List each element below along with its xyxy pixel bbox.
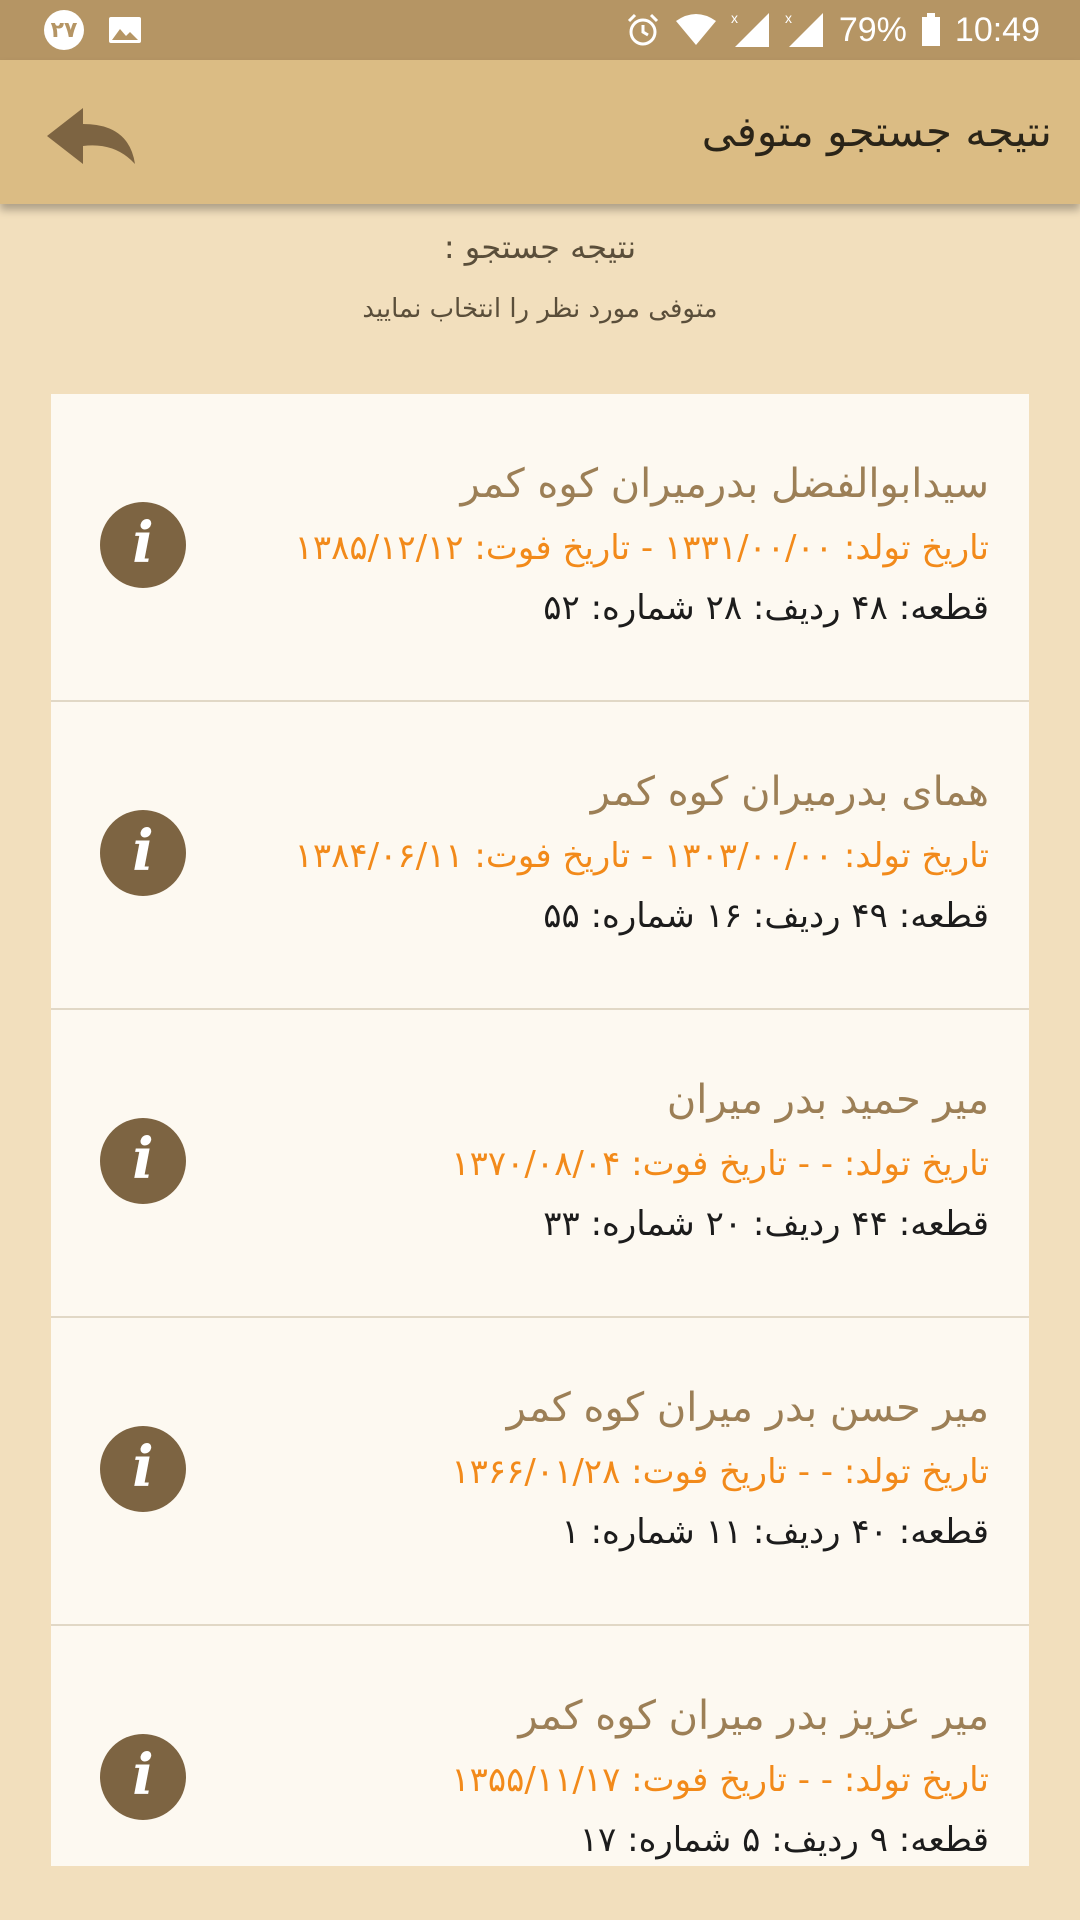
deceased-name: میر حمید بدر میران	[666, 1077, 989, 1123]
deceased-dates: تاریخ تولد: - - تاریخ فوت: ۱۳۷۰/۰۸/۰۴	[451, 1144, 989, 1184]
grave-location: قطعه: ۴۹ ردیف: ۱۶ شماره: ۵۵	[543, 896, 989, 936]
info-icon: i	[132, 1126, 154, 1192]
clock-time: 10:49	[954, 10, 1040, 49]
grave-location: قطعه: ۴۸ ردیف: ۲۸ شماره: ۵۲	[543, 588, 989, 628]
gallery-icon	[109, 17, 141, 43]
item-text: سیدابوالفضل بدرمیران کوه کمر تاریخ تولد:…	[229, 450, 989, 638]
alarm-icon	[627, 13, 658, 46]
status-bar-right: x x 79% 10:49	[625, 0, 1040, 60]
app-bar: نتیجه جستجو متوفی	[0, 60, 1080, 204]
back-button[interactable]	[36, 96, 146, 176]
deceased-name: میر عزیز بدر میران کوه کمر	[518, 1693, 989, 1739]
info-button[interactable]: i	[100, 810, 186, 896]
info-icon: i	[132, 510, 154, 576]
item-text: میر حسن بدر میران کوه کمر تاریخ تولد: - …	[229, 1374, 989, 1562]
info-button[interactable]: i	[100, 1734, 186, 1820]
notification-count-badge: ۲۷	[44, 10, 84, 50]
item-text: همای بدرمیران کوه کمر تاریخ تولد: ۱۳۰۳/۰…	[229, 758, 989, 946]
result-label: نتیجه جستجو :	[443, 228, 637, 266]
back-arrow-icon	[47, 108, 135, 164]
info-button[interactable]: i	[100, 502, 186, 588]
page-title: نتیجه جستجو متوفی	[701, 107, 1052, 156]
list-item[interactable]: i میر عزیز بدر میران کوه کمر تاریخ تولد:…	[51, 1626, 1029, 1866]
grave-location: قطعه: ۹ ردیف: ۵ شماره: ۱۷	[579, 1820, 989, 1860]
info-icon: i	[132, 1742, 154, 1808]
info-icon: i	[132, 818, 154, 884]
battery-icon	[921, 13, 940, 46]
status-bar: ۲۷ x x 79% 10:49	[0, 0, 1080, 60]
info-icon: i	[132, 1434, 154, 1500]
info-button[interactable]: i	[100, 1426, 186, 1512]
grave-location: قطعه: ۴۰ ردیف: ۱۱ شماره: ۱	[561, 1512, 989, 1552]
list-item[interactable]: i میر حمید بدر میران تاریخ تولد: - - تار…	[51, 1010, 1029, 1318]
list-item[interactable]: i میر حسن بدر میران کوه کمر تاریخ تولد: …	[51, 1318, 1029, 1626]
item-text: میر حمید بدر میران تاریخ تولد: - - تاریخ…	[229, 1066, 989, 1254]
svg-text:x: x	[731, 11, 738, 26]
item-text: میر عزیز بدر میران کوه کمر تاریخ تولد: -…	[229, 1682, 989, 1866]
deceased-name: همای بدرمیران کوه کمر	[590, 769, 989, 815]
list-item[interactable]: i سیدابوالفضل بدرمیران کوه کمر تاریخ تول…	[51, 394, 1029, 702]
deceased-dates: تاریخ تولد: ۱۳۰۳/۰۰/۰۰ - تاریخ فوت: ۱۳۸۴…	[294, 836, 989, 876]
wifi-icon	[675, 14, 716, 45]
results-list[interactable]: i سیدابوالفضل بدرمیران کوه کمر تاریخ تول…	[51, 394, 1029, 1866]
deceased-dates: تاریخ تولد: - - تاریخ فوت: ۱۳۶۶/۰۱/۲۸	[451, 1452, 989, 1492]
status-bar-left: ۲۷	[44, 10, 142, 50]
deceased-dates: تاریخ تولد: - - تاریخ فوت: ۱۳۵۵/۱۱/۱۷	[451, 1760, 989, 1800]
deceased-name: سیدابوالفضل بدرمیران کوه کمر	[460, 461, 989, 507]
result-hint: متوفی مورد نظر را انتخاب نمایید	[362, 294, 718, 324]
grave-location: قطعه: ۴۴ ردیف: ۲۰ شماره: ۳۳	[543, 1204, 989, 1244]
list-item[interactable]: i همای بدرمیران کوه کمر تاریخ تولد: ۱۳۰۳…	[51, 702, 1029, 1010]
signal-icon: x	[785, 11, 823, 47]
battery-percent: 79%	[838, 10, 907, 49]
svg-text:x: x	[785, 11, 792, 26]
deceased-name: میر حسن بدر میران کوه کمر	[506, 1385, 989, 1431]
info-button[interactable]: i	[100, 1118, 186, 1204]
signal-icon: x	[731, 11, 769, 47]
deceased-dates: تاریخ تولد: ۱۳۳۱/۰۰/۰۰ - تاریخ فوت: ۱۳۸۵…	[294, 528, 989, 568]
